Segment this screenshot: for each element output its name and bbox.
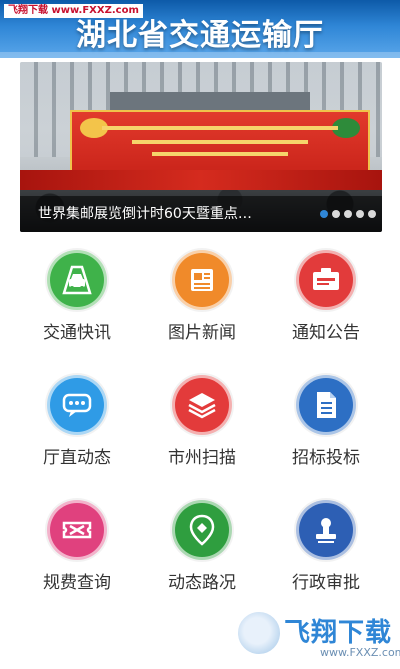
layers-icon <box>172 375 232 435</box>
news-carousel[interactable]: 世界集邮展览倒计时60天暨重点… <box>20 62 382 232</box>
menu-item-label: 行政审批 <box>292 573 360 593</box>
document-icon <box>296 375 356 435</box>
carousel-caption-bar[interactable]: 世界集邮展览倒计时60天暨重点… <box>20 196 382 232</box>
stage-text-line <box>132 140 308 144</box>
download-site-watermark: 飞翔下载 www.FXXZ.com <box>230 606 400 669</box>
menu-item-label: 市州扫描 <box>168 448 236 468</box>
menu-item-notices[interactable]: 通知公告 <box>266 250 386 350</box>
menu-item-label: 招标投标 <box>292 448 360 468</box>
stage-text-line <box>152 152 288 156</box>
ticket-icon <box>47 500 107 560</box>
menu-item-label: 厅直动态 <box>43 448 111 468</box>
chat-bubble-icon <box>47 375 107 435</box>
stamp-icon <box>296 500 356 560</box>
carousel-indicators <box>320 210 376 218</box>
source-watermark-tag: 飞翔下载 www.FXXZ.com <box>4 4 143 18</box>
menu-item-label: 动态路况 <box>168 573 236 593</box>
menu-item-dept-news[interactable]: 厅直动态 <box>17 375 137 475</box>
menu-item-label: 规费查询 <box>43 573 111 593</box>
map-pin-icon <box>172 500 232 560</box>
watermark-logo <box>236 610 282 656</box>
carousel-dot[interactable] <box>368 210 376 218</box>
carousel-dot[interactable] <box>344 210 352 218</box>
carousel-dot[interactable] <box>320 210 328 218</box>
stage-text-line <box>102 126 338 130</box>
menu-item-label: 交通快讯 <box>43 323 111 343</box>
menu-item-photo-news[interactable]: 图片新闻 <box>142 250 262 350</box>
menu-item-label: 通知公告 <box>292 323 360 343</box>
carousel-dot[interactable] <box>356 210 364 218</box>
car-road-icon <box>47 250 107 310</box>
menu-item-road-status[interactable]: 动态路况 <box>142 500 262 600</box>
menu-item-city-scan[interactable]: 市州扫描 <box>142 375 262 475</box>
watermark-text: 飞翔下载 <box>284 618 393 648</box>
carousel-caption: 世界集邮展览倒计时60天暨重点… <box>38 206 252 222</box>
menu-item-fee-query[interactable]: 规费查询 <box>17 500 137 600</box>
menu-item-admin-approval[interactable]: 行政审批 <box>266 500 386 600</box>
carousel-dot[interactable] <box>332 210 340 218</box>
menu-item-bidding[interactable]: 招标投标 <box>266 375 386 475</box>
notice-icon <box>296 250 356 310</box>
menu-item-traffic-news[interactable]: 交通快讯 <box>17 250 137 350</box>
watermark-url: www.FXXZ.com <box>320 646 400 659</box>
newspaper-icon <box>172 250 232 310</box>
menu-item-label: 图片新闻 <box>168 323 236 343</box>
